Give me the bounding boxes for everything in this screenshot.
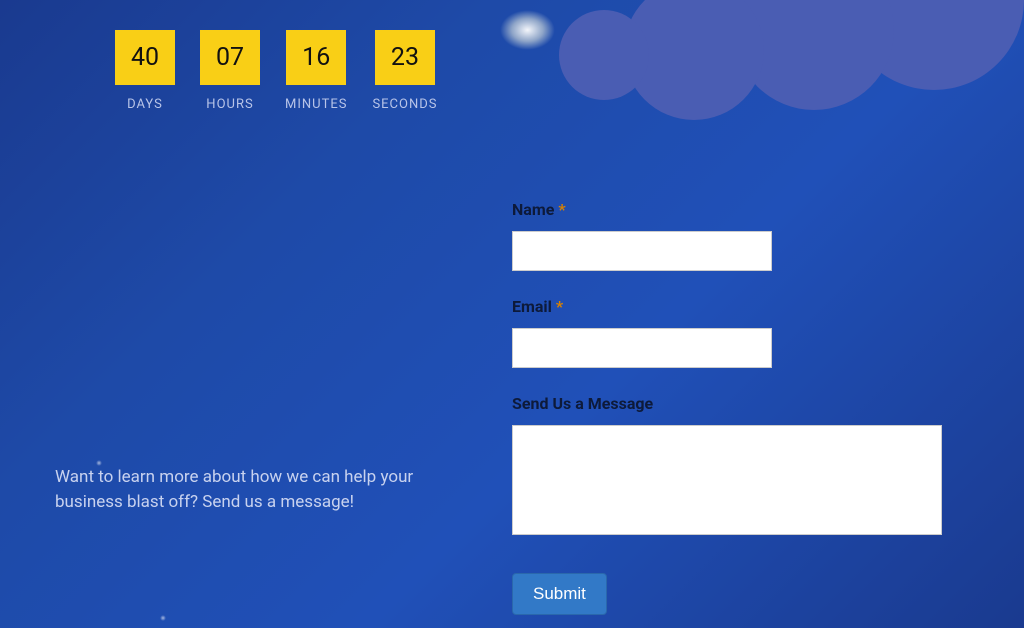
required-mark: *: [556, 297, 563, 316]
email-label: Email *: [512, 297, 964, 316]
message-label: Send Us a Message: [512, 394, 964, 413]
star-decor: [160, 615, 166, 621]
glow-decor: [500, 10, 555, 50]
countdown-minutes: 16 MINUTES: [285, 30, 347, 112]
countdown-timer: 40 DAYS 07 HOURS 16 MINUTES 23 SECONDS: [115, 30, 438, 112]
required-mark: *: [558, 200, 565, 219]
countdown-hours-label: HOURS: [206, 97, 253, 112]
name-label: Name *: [512, 200, 964, 219]
name-input[interactable]: [512, 231, 772, 271]
countdown-minutes-value: 16: [286, 30, 346, 85]
countdown-hours-value: 07: [200, 30, 260, 85]
name-label-text: Name: [512, 200, 554, 219]
countdown-days-value: 40: [115, 30, 175, 85]
email-group: Email *: [512, 297, 964, 368]
decorative-clouds: [514, 0, 1024, 190]
countdown-days-label: DAYS: [127, 97, 163, 112]
countdown-seconds: 23 SECONDS: [372, 30, 437, 112]
countdown-hours: 07 HOURS: [200, 30, 260, 112]
main-content: Want to learn more about how we can help…: [0, 200, 1024, 615]
email-input[interactable]: [512, 328, 772, 368]
name-group: Name *: [512, 200, 964, 271]
submit-button[interactable]: Submit: [512, 573, 607, 615]
form-column: Name * Email * Send Us a Message Submit: [512, 200, 1024, 615]
intro-column: Want to learn more about how we can help…: [0, 200, 512, 615]
message-group: Send Us a Message: [512, 394, 964, 539]
countdown-seconds-value: 23: [375, 30, 435, 85]
message-textarea[interactable]: [512, 425, 942, 535]
intro-text: Want to learn more about how we can help…: [55, 465, 482, 516]
countdown-days: 40 DAYS: [115, 30, 175, 112]
countdown-seconds-label: SECONDS: [372, 97, 437, 112]
countdown-minutes-label: MINUTES: [285, 97, 347, 112]
cloud-circle: [559, 10, 649, 100]
email-label-text: Email: [512, 297, 552, 316]
